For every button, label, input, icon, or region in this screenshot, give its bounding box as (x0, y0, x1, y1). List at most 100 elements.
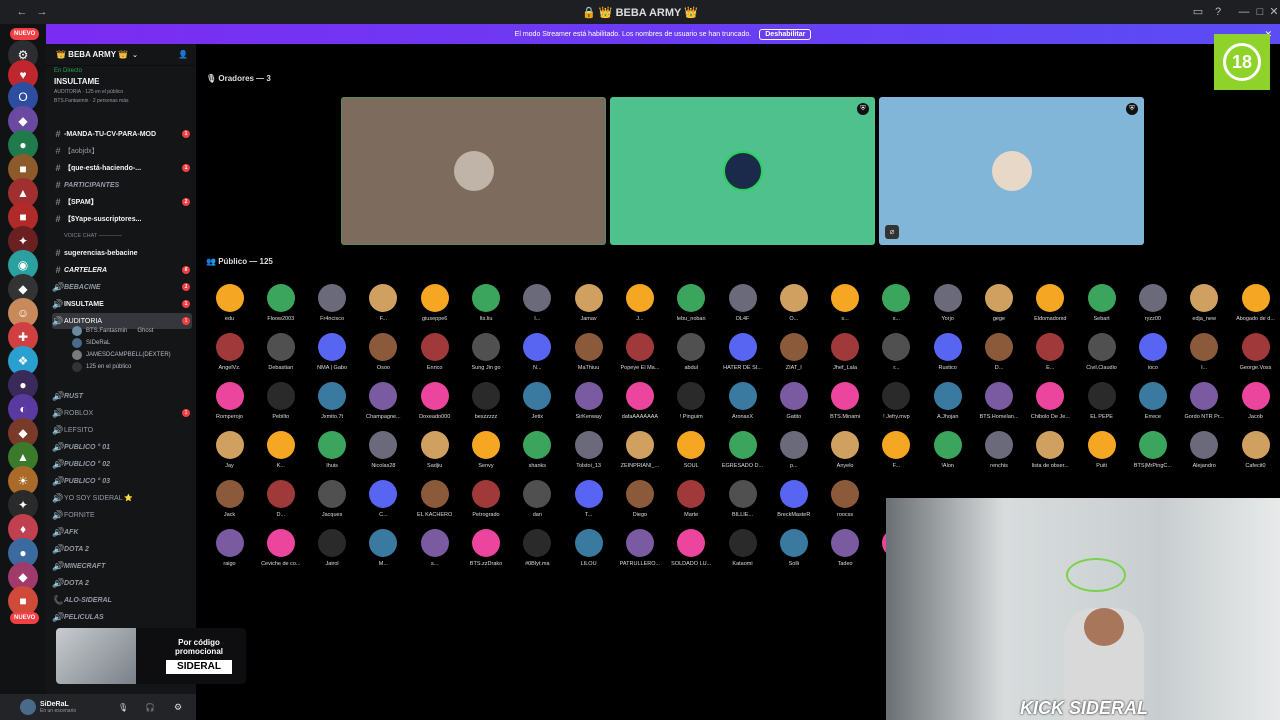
audience-member[interactable]: edja_new (1179, 284, 1230, 332)
channel-item[interactable]: 🔊 DOTA 2 (52, 541, 192, 557)
audience-member[interactable]: I... (512, 284, 563, 332)
audience-member[interactable]: Nicolas28 (358, 431, 409, 479)
speaker-tile[interactable]: ⛨ (610, 97, 875, 245)
channel-item[interactable]: # 【$Yape-suscriptores... (52, 211, 192, 227)
audience-member[interactable]: shanks (512, 431, 563, 479)
audience-member[interactable]: Cafecit0 (1230, 431, 1280, 479)
audience-member[interactable]: edu (204, 284, 255, 332)
channel-item[interactable]: # -MANDA-TU-CV-PARA-MOD 1 (52, 126, 192, 142)
guild-header[interactable]: 👑 BEBA ARMY 👑 ⌄ 👤 (46, 44, 196, 66)
audience-member[interactable]: abdul (666, 333, 717, 381)
audience-member[interactable]: Gatito (768, 382, 819, 430)
audience-member[interactable]: BTS.Homelan... (974, 382, 1025, 430)
audience-member[interactable]: Ceviche de co... (255, 529, 306, 577)
channel-item[interactable]: 📞 ALO-SIDERAL (52, 592, 192, 608)
audience-member[interactable]: Abogado de d... (1230, 284, 1280, 332)
audience-member[interactable]: Romperojo (204, 382, 255, 430)
audience-member[interactable]: p... (768, 431, 819, 479)
audience-member[interactable]: C... (358, 480, 409, 528)
audience-member[interactable]: ioco (1127, 333, 1178, 381)
audience-member[interactable]: LILOU (563, 529, 614, 577)
audience-member[interactable]: Jxmito.7t (307, 382, 358, 430)
channel-item[interactable]: 🔊 DOTA 2 (52, 575, 192, 591)
audience-member[interactable]: Eldomadorxd (1025, 284, 1076, 332)
minimize-icon[interactable]: — (1236, 4, 1252, 20)
channel-item[interactable]: # 【SPAM】 2 (52, 194, 192, 210)
audience-member[interactable]: Sung Jin go (461, 333, 512, 381)
audience-member[interactable]: F... (358, 284, 409, 332)
headphones-icon[interactable]: 🎧 (145, 703, 155, 712)
microphone-icon[interactable]: 🎙 (118, 703, 128, 712)
audience-member[interactable]: EGRESADO D... (717, 431, 768, 479)
audience-member[interactable]: BTS|MrPingC... (1127, 431, 1178, 479)
audience-member[interactable]: Ihuis (307, 431, 358, 479)
audience-member[interactable]: Osoo (358, 333, 409, 381)
audience-member[interactable]: Jamav (563, 284, 614, 332)
channel-item[interactable]: 🔊 MINECRAFT (52, 558, 192, 574)
audience-member[interactable]: PATRULLERO... (614, 529, 665, 577)
speaker-tile[interactable]: ⛨ ⌀ (879, 97, 1144, 245)
screen-icon[interactable]: ▭ (1190, 4, 1206, 20)
audience-member[interactable]: MaThiuu (563, 333, 614, 381)
audience-member[interactable]: AngelVz. (204, 333, 255, 381)
audience-member[interactable]: Floow2003 (255, 284, 306, 332)
audience-member[interactable]: Diego (614, 480, 665, 528)
close-icon[interactable]: ✕ (1266, 4, 1280, 20)
audience-member[interactable]: s... (820, 284, 871, 332)
audience-member[interactable]: F... (871, 431, 922, 479)
audience-member[interactable]: dafaAAAAAAA (614, 382, 665, 430)
audience-member[interactable]: Kataomi (717, 529, 768, 577)
audience-member[interactable]: E... (1025, 333, 1076, 381)
settings-gear-icon[interactable]: ⚙ (174, 702, 182, 713)
audience-member[interactable]: Champagne... (358, 382, 409, 430)
channel-item[interactable]: 🔊 PUBLICO ° 01 (52, 439, 192, 455)
channel-item[interactable]: # 【aobjdx】 (52, 143, 192, 159)
avatar[interactable] (20, 699, 36, 715)
audience-member[interactable]: Anyelo (820, 431, 871, 479)
audience-member[interactable]: O... (768, 284, 819, 332)
audience-member[interactable]: Debastian (255, 333, 306, 381)
channel-item[interactable]: 🔊 AFK (52, 524, 192, 540)
audience-member[interactable]: lebu_noban (666, 284, 717, 332)
audience-member[interactable]: NMA | Gabo (307, 333, 358, 381)
audience-member[interactable]: Jacques (307, 480, 358, 528)
disable-button[interactable]: Deshabilitar (759, 28, 812, 40)
audience-member[interactable]: D... (974, 333, 1025, 381)
audience-member[interactable]: Pebilto (255, 382, 306, 430)
audience-member[interactable]: BTS.zzDrako (461, 529, 512, 577)
audience-member[interactable]: Jhef_Lala (820, 333, 871, 381)
audience-member[interactable]: r... (871, 333, 922, 381)
audience-member[interactable]: lista de obser... (1025, 431, 1076, 479)
speaker-tile[interactable] (341, 97, 606, 245)
audience-member[interactable]: Sebart (1076, 284, 1127, 332)
channel-item[interactable]: 🔊 PUBLICO ° 03 (52, 473, 192, 489)
audience-member[interactable]: D... (255, 480, 306, 528)
audience-member[interactable]: bexzzzzz (461, 382, 512, 430)
audience-member[interactable]: AronaxX (717, 382, 768, 430)
audience-member[interactable]: ryzz00 (1127, 284, 1178, 332)
audience-member[interactable]: s... (871, 284, 922, 332)
audience-member[interactable]: Enrico (409, 333, 460, 381)
help-icon[interactable]: ? (1210, 4, 1226, 20)
channel-item[interactable]: # sugerencias-bebacine (52, 245, 192, 261)
audience-member[interactable]: Tadeo (820, 529, 871, 577)
audience-member[interactable]: s... (409, 529, 460, 577)
audience-member[interactable]: Sadjiu (409, 431, 460, 479)
audience-member[interactable]: Jay (204, 431, 255, 479)
audience-member[interactable]: dan (512, 480, 563, 528)
channel-item[interactable]: 🔊 INSULTAME 1 (52, 296, 192, 312)
audience-member[interactable]: Tolstoi_13 (563, 431, 614, 479)
channel-item[interactable]: # 【que-está-haciendo-... 1 (52, 160, 192, 176)
audience-member[interactable]: Fr4ncisco (307, 284, 358, 332)
audience-member[interactable]: #0Blyt.ma (512, 529, 563, 577)
audience-member[interactable]: Yorjo (922, 284, 973, 332)
audience-member[interactable]: Jetix (512, 382, 563, 430)
audience-member[interactable]: renchis (974, 431, 1025, 479)
audience-member[interactable]: Jairol (307, 529, 358, 577)
audience-member[interactable]: SirKenway (563, 382, 614, 430)
audience-member[interactable]: BreckMasteR (768, 480, 819, 528)
audience-member[interactable]: SOLDADO LU... (666, 529, 717, 577)
live-section[interactable]: En Directo INSULTAME AUDITORIA · 125 en … (46, 68, 196, 104)
audience-member[interactable]: Gordo NTR Pr... (1179, 382, 1230, 430)
audience-member[interactable]: Marte (666, 480, 717, 528)
